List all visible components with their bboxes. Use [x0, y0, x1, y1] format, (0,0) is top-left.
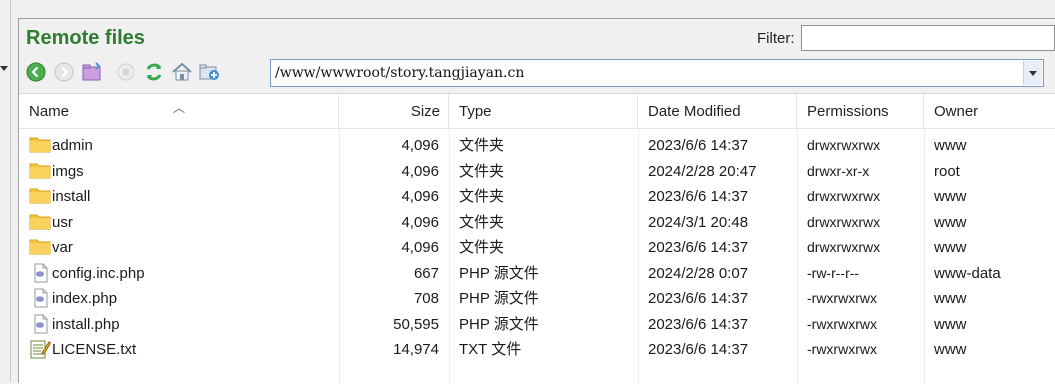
file-size: 708	[413, 290, 439, 307]
file-name: usr	[52, 213, 73, 231]
file-date: 2023/6/6 14:37	[648, 137, 749, 154]
filter-label: Filter:	[757, 30, 795, 47]
file-name: LICENSE.txt	[52, 341, 137, 358]
file-list-header: Name ︿ Size Type Date Modified Permission…	[19, 94, 1055, 129]
column-header-date[interactable]: Date Modified	[638, 94, 797, 128]
file-size: 667	[413, 264, 439, 282]
file-date: 2024/3/1 20:48	[648, 213, 749, 231]
file-type: 文件夹	[459, 162, 505, 180]
folder-icon	[29, 237, 51, 257]
file-owner: www	[934, 213, 967, 231]
home-icon[interactable]	[171, 61, 193, 83]
file-date: 2023/6/6 14:37	[648, 290, 749, 307]
stop-icon[interactable]	[115, 61, 137, 83]
table-row[interactable]: var 4,096 文件夹 2023/6/6 14:37 drwxrwxrwx www	[19, 234, 1055, 260]
path-dropdown-button[interactable]	[1023, 61, 1042, 85]
back-icon[interactable]	[25, 61, 47, 83]
file-permissions: drwxr-xr-x	[807, 162, 870, 179]
open-folder-icon[interactable]	[81, 61, 103, 83]
new-folder-icon[interactable]	[199, 61, 221, 83]
file-permissions: drwxrwxrwx	[807, 239, 881, 255]
file-owner: www-data	[934, 264, 1001, 282]
file-size: 4,096	[401, 137, 439, 154]
file-date: 2023/6/6 14:37	[648, 239, 749, 256]
file-date: 2024/2/28 0:07	[648, 264, 749, 282]
remote-path-text: /www/wwwroot/story.tangjiayan.cn	[275, 65, 525, 81]
file-name: install.php	[52, 315, 120, 333]
column-header-name[interactable]: Name ︿	[19, 94, 339, 128]
file-type: PHP 源文件	[459, 264, 539, 282]
toolbar	[25, 59, 227, 85]
file-name: install	[52, 188, 91, 205]
table-row[interactable]: LICENSE.txt 14,974 TXT 文件 2023/6/6 14:37 -rw…	[19, 336, 1055, 362]
text-file-icon	[29, 339, 52, 359]
file-permissions: drwxrwxrwx	[807, 213, 881, 230]
table-row[interactable]: imgs 4,096 文件夹 2024/2/28 20:47 drwxr-xr-x roo…	[19, 158, 1055, 184]
file-date: 2024/2/28 20:47	[648, 162, 757, 180]
file-name: imgs	[52, 162, 84, 180]
file-size: 14,974	[393, 341, 439, 358]
file-permissions: -rwxrwxrwx	[807, 341, 877, 357]
column-header-type[interactable]: Type	[449, 94, 638, 128]
php-file-icon	[29, 314, 51, 334]
file-owner: www	[934, 188, 967, 205]
file-size: 50,595	[393, 315, 439, 333]
folder-icon	[29, 186, 51, 206]
table-row[interactable]: usr 4,096 文件夹 2024/3/1 20:48 drwxrwxrwx www	[19, 209, 1055, 235]
file-type: PHP 源文件	[459, 290, 539, 307]
file-owner: root	[934, 162, 960, 180]
file-name: config.inc.php	[52, 264, 145, 282]
sort-ascending-icon: ︿	[173, 101, 186, 115]
refresh-icon[interactable]	[143, 61, 165, 83]
file-date: 2023/6/6 14:37	[648, 315, 749, 333]
file-name: var	[52, 239, 73, 256]
file-date: 2023/6/6 14:37	[648, 188, 749, 205]
file-type: 文件夹	[459, 239, 505, 256]
file-type: PHP 源文件	[459, 315, 539, 333]
file-owner: www	[934, 290, 967, 307]
column-header-size[interactable]: Size	[339, 94, 449, 128]
file-list: Name ︿ Size Type Date Modified Permission…	[19, 93, 1055, 384]
file-size: 4,096	[401, 162, 439, 180]
filter-input[interactable]	[801, 25, 1055, 51]
file-owner: www	[934, 315, 967, 333]
php-file-icon	[29, 288, 51, 308]
panel-title: Remote files	[26, 27, 145, 49]
remote-path-input[interactable]: /www/wwwroot/story.tangjiayan.cn	[270, 59, 1044, 87]
folder-icon	[29, 212, 51, 232]
file-type: 文件夹	[459, 213, 505, 231]
file-size: 4,096	[401, 188, 439, 205]
remote-files-panel: Remote files Filter: /www/wwwroot/story.…	[18, 18, 1055, 384]
file-date: 2023/6/6 14:37	[648, 341, 749, 358]
file-owner: www	[934, 137, 967, 154]
column-header-owner[interactable]: Owner	[924, 94, 1055, 128]
forward-icon[interactable]	[53, 61, 75, 83]
file-type: TXT 文件	[459, 341, 522, 358]
file-owner: www	[934, 239, 967, 256]
file-permissions: -rw-r--r--	[807, 264, 860, 281]
file-owner: www	[934, 341, 967, 358]
folder-icon	[29, 135, 51, 155]
column-header-permissions[interactable]: Permissions	[797, 94, 924, 128]
left-panel-edge	[0, 0, 11, 382]
file-type: 文件夹	[459, 188, 505, 205]
table-row[interactable]: install.php 50,595 PHP 源文件 2023/6/6 14:37 -r…	[19, 311, 1055, 337]
file-permissions: drwxrwxrwx	[807, 188, 881, 204]
table-row[interactable]: config.inc.php 667 PHP 源文件 2024/2/28 0:07 -r…	[19, 260, 1055, 286]
folder-icon	[29, 161, 51, 181]
chevron-down-icon[interactable]	[0, 66, 8, 71]
file-size: 4,096	[401, 213, 439, 231]
file-size: 4,096	[401, 239, 439, 256]
table-row[interactable]: index.php 708 PHP 源文件 2023/6/6 14:37 -rwxrwx…	[19, 285, 1055, 311]
file-type: 文件夹	[459, 137, 505, 154]
file-name: admin	[52, 137, 93, 154]
file-permissions: -rwxrwxrwx	[807, 290, 877, 306]
file-permissions: drwxrwxrwx	[807, 137, 881, 153]
table-row[interactable]: admin 4,096 文件夹 2023/6/6 14:37 drwxrwxrwx www	[19, 132, 1055, 158]
table-row[interactable]: install 4,096 文件夹 2023/6/6 14:37 drwxrwxrwx w…	[19, 183, 1055, 209]
php-file-icon	[29, 263, 51, 283]
file-name: index.php	[52, 290, 118, 307]
file-permissions: -rwxrwxrwx	[807, 315, 877, 332]
window-top-strip	[0, 0, 1055, 18]
